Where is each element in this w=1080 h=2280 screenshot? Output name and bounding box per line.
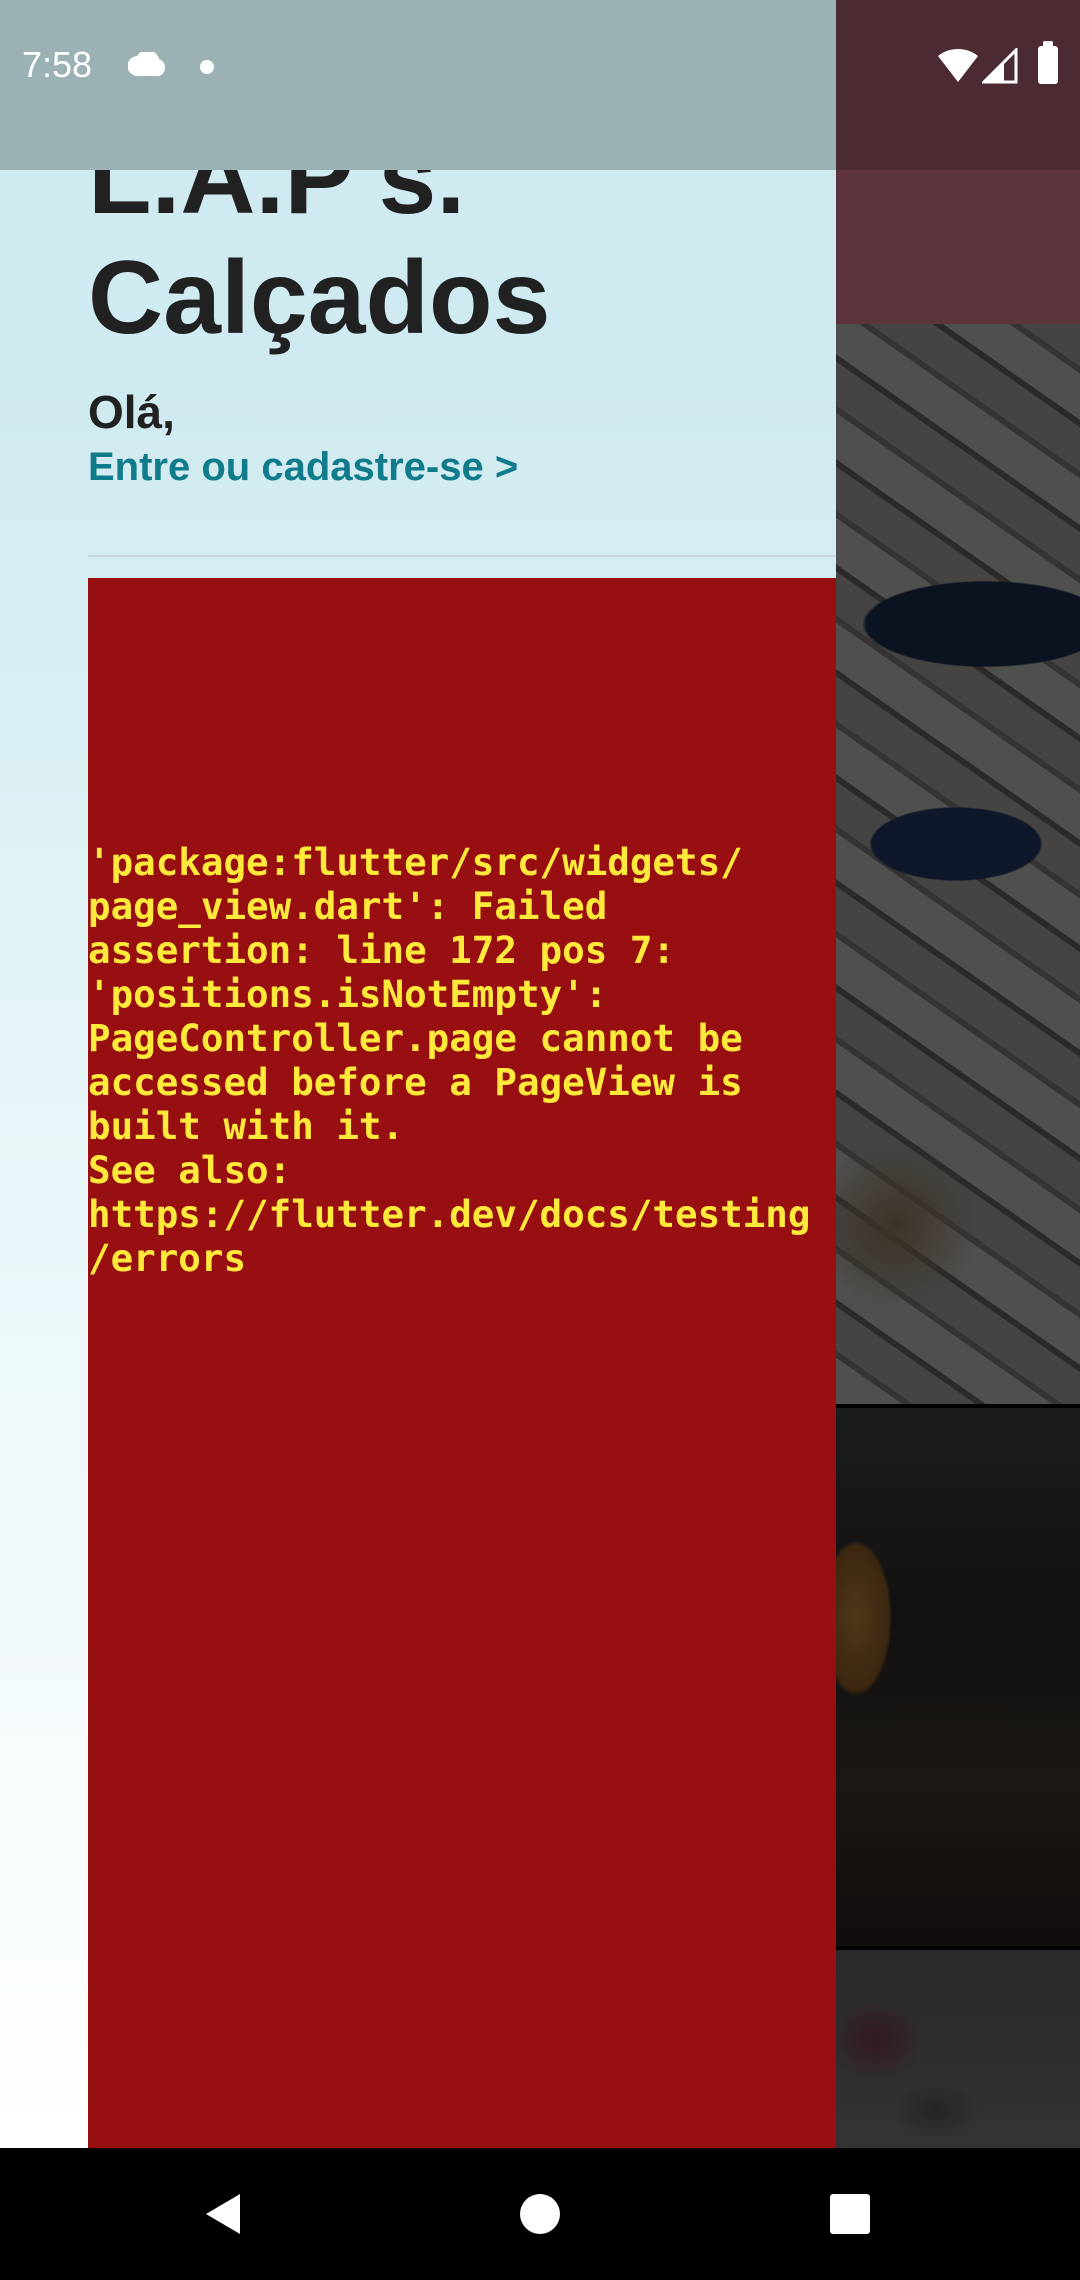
home-icon[interactable] <box>508 2182 572 2246</box>
flutter-error-widget: 'package:flutter/src/widgets/ page_view.… <box>88 578 836 2148</box>
drawer-divider <box>88 555 836 557</box>
recents-icon[interactable] <box>818 2182 882 2246</box>
navigation-drawer: L.A.P's. Calçados Olá, Entre ou cadastre… <box>0 0 836 2148</box>
store-title: L.A.P's. Calçados <box>88 120 551 356</box>
back-icon[interactable] <box>192 2182 256 2246</box>
error-message: 'package:flutter/src/widgets/ page_view.… <box>88 840 811 1280</box>
drawer-header: L.A.P's. Calçados Olá, Entre ou cadastre… <box>88 118 828 494</box>
drawer-scrim[interactable] <box>836 0 1080 2148</box>
login-signup-link[interactable]: Entre ou cadastre-se > <box>88 440 828 494</box>
greeting-text: Olá, <box>88 386 175 438</box>
screen: L.A.P's. Calçados Olá, Entre ou cadastre… <box>0 0 1080 2280</box>
system-navigation-bar <box>0 2148 1080 2280</box>
